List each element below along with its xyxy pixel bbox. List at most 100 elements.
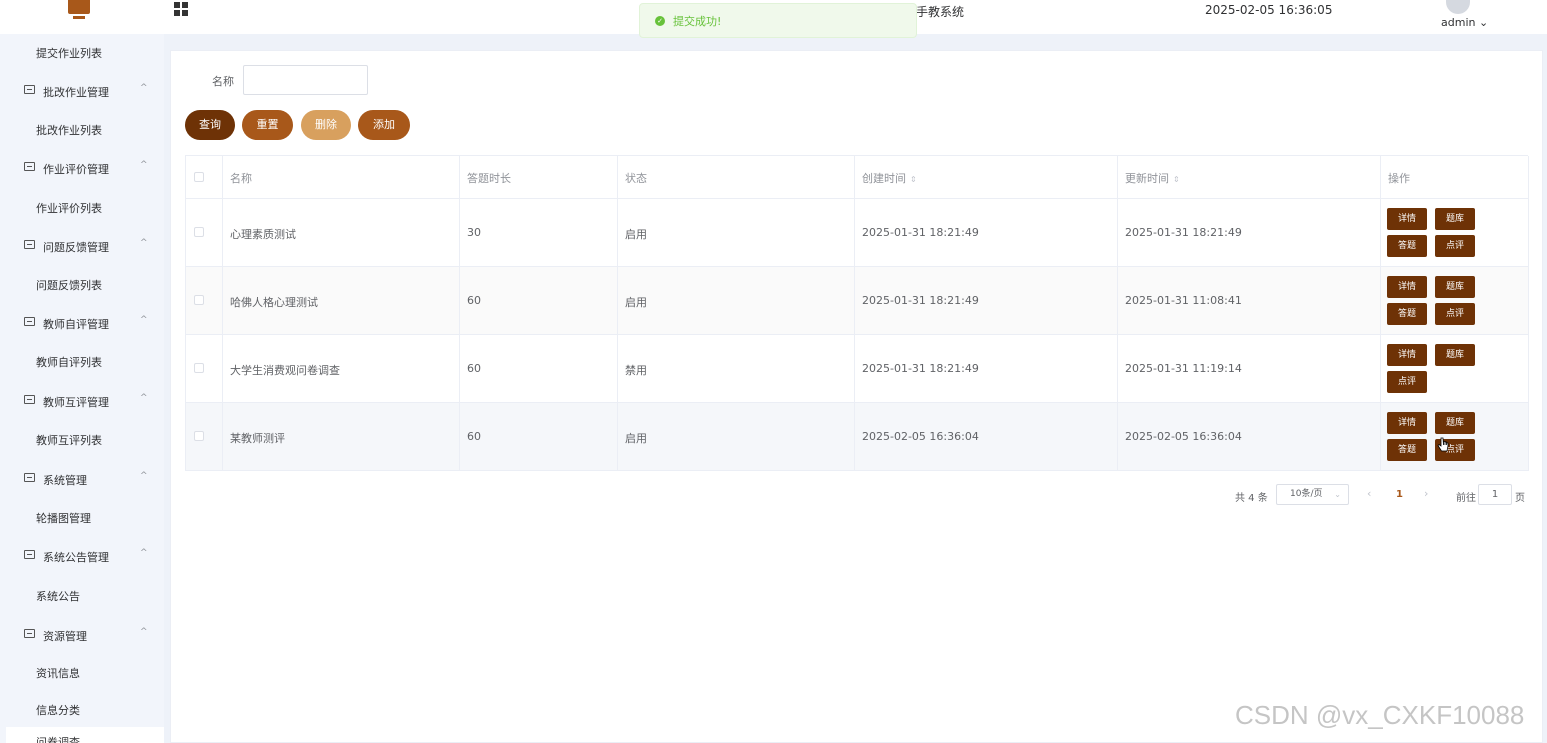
cell-updated: 2025-01-31 11:08:41 — [1125, 294, 1242, 307]
question-bank-button[interactable]: 题库 — [1435, 412, 1475, 434]
toast-message: 提交成功! — [673, 15, 722, 28]
sidebar-item-homework-review-list[interactable]: 作业评价列表 — [0, 191, 164, 221]
menu-icon — [24, 395, 35, 404]
prev-page-button[interactable]: ‹ — [1367, 487, 1371, 500]
question-bank-button[interactable]: 题库 — [1435, 208, 1475, 230]
folder-icon — [24, 629, 35, 638]
sidebar-item-announcement[interactable]: 系统公告 — [0, 579, 164, 609]
chevron-up-icon: ^ — [140, 238, 148, 248]
sidebar-item-questionnaire[interactable]: 问卷调查 — [6, 727, 164, 743]
sidebar-item-feedback[interactable]: 问题反馈管理 ^ — [0, 230, 164, 260]
column-header-status: 状态 — [625, 172, 647, 185]
chevron-up-icon: ^ — [140, 471, 148, 481]
page-suffix: 页 — [1515, 493, 1525, 504]
cell-duration: 60 — [467, 362, 481, 375]
sidebar-item-resource-management[interactable]: 资源管理 ^ — [0, 619, 164, 649]
row-checkbox[interactable] — [194, 295, 204, 305]
question-bank-button[interactable]: 题库 — [1435, 276, 1475, 298]
sidebar-item-news[interactable]: 资讯信息 — [0, 656, 164, 686]
delete-button[interactable]: 删除 — [301, 110, 351, 140]
sidebar-item-grade-homework[interactable]: 批改作业管理 ^ — [0, 75, 164, 105]
query-button[interactable]: 查询 — [185, 110, 235, 140]
page-size-select[interactable]: 10条/页 ⌄ — [1276, 484, 1349, 505]
cell-name: 心理素质测试 — [230, 228, 296, 241]
cell-status: 启用 — [625, 228, 647, 241]
table-row: 心理素质测试 30 启用 2025-01-31 18:21:49 2025-01… — [186, 199, 1529, 267]
sidebar-item-submit-homework-list[interactable]: 提交作业列表 — [0, 36, 164, 66]
column-header-updated[interactable]: 更新时间 ⇕ — [1118, 156, 1381, 198]
cell-updated: 2025-01-31 18:21:49 — [1125, 226, 1242, 239]
cell-name: 某教师测评 — [230, 432, 285, 445]
goto-page-input[interactable] — [1478, 484, 1512, 505]
sidebar-item-teacher-self-eval[interactable]: 教师自评管理 ^ — [0, 307, 164, 337]
chevron-up-icon: ^ — [140, 83, 148, 93]
check-circle-icon: ✓ — [655, 16, 665, 26]
sidebar-item-announcement-management[interactable]: 系统公告管理 ^ — [0, 540, 164, 570]
cell-created: 2025-01-31 18:21:49 — [862, 226, 979, 239]
row-checkbox[interactable] — [194, 431, 204, 441]
chevron-down-icon: ⌄ — [1478, 16, 1489, 29]
cell-name: 大学生消费观问卷调查 — [230, 364, 340, 377]
chevron-up-icon: ^ — [140, 160, 148, 170]
cell-status: 禁用 — [625, 364, 647, 377]
add-button[interactable]: 添加 — [358, 110, 410, 140]
reset-button[interactable]: 重置 — [242, 110, 293, 140]
app-title: 手教系统 — [916, 5, 965, 19]
user-menu[interactable]: admin ⌄ — [1441, 16, 1488, 29]
success-toast: ✓ 提交成功! — [639, 3, 917, 38]
goto-label: 前往 — [1456, 493, 1476, 504]
detail-button[interactable]: 详情 — [1387, 276, 1427, 298]
data-table: 名称 答题时长 状态 创建时间 ⇕ 更新时间 ⇕ 操作 心理素质测试 30 启用 2… — [185, 155, 1529, 471]
sidebar-item-teacher-self-eval-list[interactable]: 教师自评列表 — [0, 345, 164, 375]
cell-name: 哈佛人格心理测试 — [230, 296, 318, 309]
sidebar-item-feedback-list[interactable]: 问题反馈列表 — [0, 268, 164, 298]
page-number[interactable]: 1 — [1396, 489, 1403, 500]
question-bank-button[interactable]: 题库 — [1435, 344, 1475, 366]
answer-button[interactable]: 答题 — [1387, 303, 1427, 325]
detail-button[interactable]: 详情 — [1387, 344, 1427, 366]
sort-icon[interactable]: ⇕ — [910, 175, 917, 184]
comment-button[interactable]: 点评 — [1435, 303, 1475, 325]
sidebar-item-homework-review[interactable]: 作业评价管理 ^ — [0, 152, 164, 182]
comment-button[interactable]: 点评 — [1435, 235, 1475, 257]
row-checkbox[interactable] — [194, 227, 204, 237]
column-header-duration: 答题时长 — [467, 172, 511, 185]
pagination-total: 共 4 条 — [1235, 493, 1268, 504]
menu-icon — [24, 85, 35, 94]
avatar[interactable] — [1446, 0, 1470, 14]
header-datetime: 2025-02-05 16:36:05 — [1205, 3, 1333, 17]
chevron-up-icon: ^ — [140, 315, 148, 325]
answer-button[interactable]: 答题 — [1387, 439, 1427, 461]
cell-status: 启用 — [625, 432, 647, 445]
sidebar-item-teacher-peer-eval-list[interactable]: 教师互评列表 — [0, 423, 164, 453]
search-name-label: 名称 — [212, 75, 234, 88]
sidebar-item-news-category[interactable]: 信息分类 — [0, 693, 164, 723]
row-checkbox[interactable] — [194, 363, 204, 373]
sidebar-item-grade-homework-list[interactable]: 批改作业列表 — [0, 113, 164, 143]
column-header-actions: 操作 — [1388, 172, 1410, 185]
cell-status: 启用 — [625, 296, 647, 309]
menu-icon — [24, 473, 35, 482]
sidebar-item-teacher-peer-eval[interactable]: 教师互评管理 ^ — [0, 385, 164, 415]
comment-button[interactable]: 点评 — [1387, 371, 1427, 393]
menu-icon — [24, 317, 35, 326]
megaphone-icon — [24, 550, 35, 559]
chevron-up-icon: ^ — [140, 393, 148, 403]
column-header-created[interactable]: 创建时间 ⇕ — [855, 156, 1118, 198]
detail-button[interactable]: 详情 — [1387, 208, 1427, 230]
cell-duration: 60 — [467, 294, 481, 307]
chevron-up-icon: ^ — [140, 548, 148, 558]
next-page-button[interactable]: › — [1424, 487, 1428, 500]
sidebar-item-carousel[interactable]: 轮播图管理 — [0, 501, 164, 531]
sidebar-item-system-management[interactable]: 系统管理 ^ — [0, 463, 164, 493]
app-logo — [68, 0, 90, 22]
user-name: admin — [1441, 16, 1476, 29]
sort-icon[interactable]: ⇕ — [1173, 175, 1180, 184]
answer-button[interactable]: 答题 — [1387, 235, 1427, 257]
chevron-down-icon: ⌄ — [1334, 490, 1341, 499]
select-all-checkbox[interactable] — [194, 172, 204, 182]
search-name-input[interactable] — [243, 65, 368, 95]
table-row: 某教师测评 60 启用 2025-02-05 16:36:04 2025-02-… — [186, 403, 1529, 471]
menu-grid-icon[interactable] — [174, 2, 189, 17]
detail-button[interactable]: 详情 — [1387, 412, 1427, 434]
